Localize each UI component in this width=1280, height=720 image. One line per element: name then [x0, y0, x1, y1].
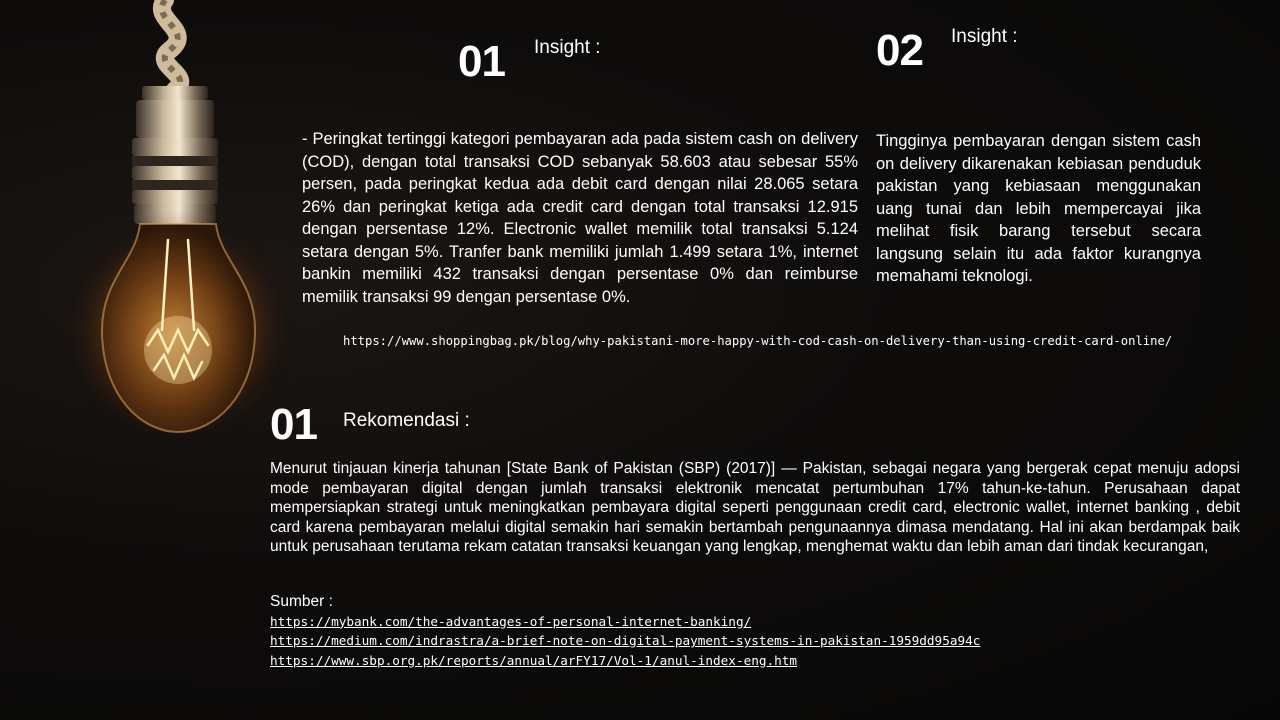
source-link[interactable]: https://mybank.com/the-advantages-of-per… [270, 612, 1230, 632]
sources-label: Sumber : [270, 593, 333, 610]
insight-2-text: Tingginya pembayaran dengan sistem cash … [876, 132, 1201, 285]
rekomendasi-number: 01 [270, 400, 318, 449]
rope [153, 0, 189, 99]
insight-1-label: Insight : [534, 37, 601, 58]
rekomendasi-text: Menurut tinjauan kinerja tahunan [State … [270, 460, 1240, 555]
insight-2-body: Tingginya pembayaran dengan sistem cash … [876, 130, 1201, 288]
insight-2-number: 02 [876, 26, 924, 75]
insight-1-text: - Peringkat tertinggi kategori pembayara… [302, 130, 858, 306]
rekomendasi-body: Menurut tinjauan kinerja tahunan [State … [270, 459, 1240, 557]
lightbulb-image [70, 0, 298, 450]
rekomendasi-label: Rekomendasi : [343, 410, 470, 431]
source-link[interactable]: https://medium.com/indrastra/a-brief-not… [270, 631, 1230, 651]
source-link[interactable]: https://www.sbp.org.pk/reports/annual/ar… [270, 651, 1230, 671]
insight-1-number: 01 [458, 37, 506, 86]
insight-2-label: Insight : [951, 26, 1018, 47]
insight-source-url[interactable]: https://www.shoppingbag.pk/blog/why-paki… [343, 334, 1172, 348]
sources-block: Sumber : https://mybank.com/the-advantag… [270, 592, 1230, 670]
insight-1-body: - Peringkat tertinggi kategori pembayara… [302, 128, 858, 308]
